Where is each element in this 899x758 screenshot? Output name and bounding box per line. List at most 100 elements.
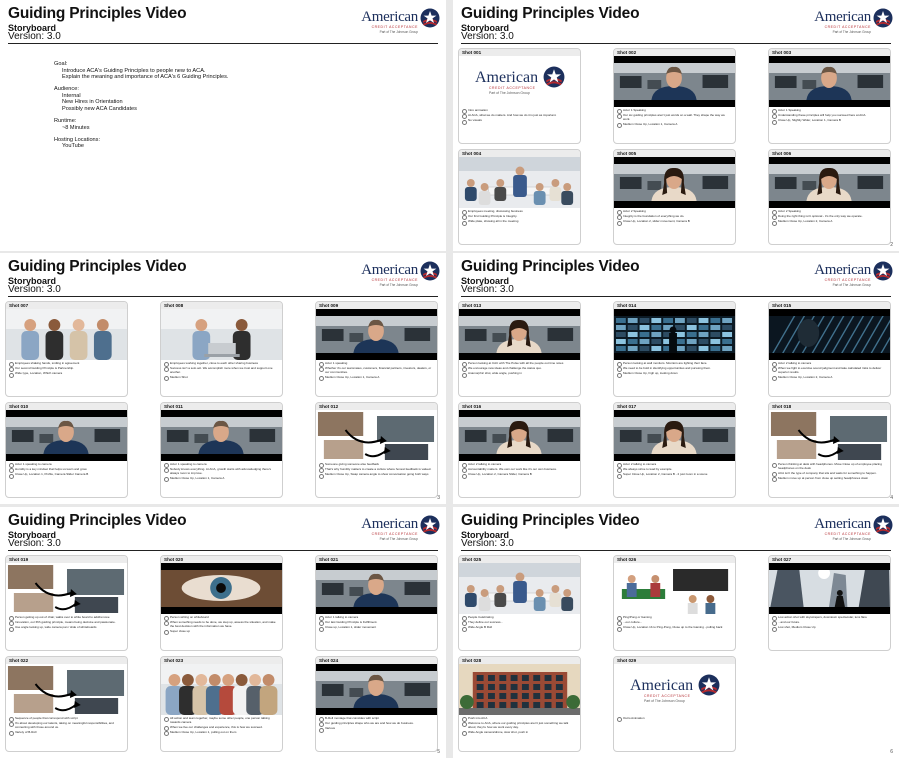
shot-frame (769, 563, 890, 614)
shot-card: Shot 001 American CREDIT ACCEPTANCE Part of… (458, 48, 581, 144)
shot-image (459, 309, 580, 360)
page-title: Guiding Principles Video (461, 5, 640, 22)
logo-tagline: CREDIT ACCEPTANCE (371, 532, 418, 536)
page-title: Guiding Principles Video (8, 5, 187, 22)
shot-note: Various (319, 727, 434, 733)
shot-frame (614, 563, 735, 614)
star-emblem-icon (420, 515, 440, 535)
logo-tagline: CREDIT ACCEPTANCE (371, 25, 418, 29)
version-label: Version: 3.0 (461, 538, 514, 549)
shot-image (459, 157, 580, 208)
shot-label: Shot 024 (316, 657, 437, 664)
logo-tagline: CREDIT ACCEPTANCE (489, 86, 536, 90)
shot-frame (769, 157, 890, 208)
shot-note: Medium Close Up, Location 1, pulling out… (164, 730, 279, 737)
shot-notes: Someone giving someone else feedback That… (316, 461, 437, 479)
shot-card: Shot 002 Actor 1 Speaking Our six guiding … (613, 48, 736, 144)
shot-note: Wide type, Location, Which camera (9, 372, 124, 378)
logo-tagline: CREDIT ACCEPTANCE (824, 25, 871, 29)
shot-label: Shot 006 (769, 150, 890, 157)
shot-frame (316, 410, 437, 461)
logo-wordmark: American (361, 516, 418, 532)
star-emblem-icon (873, 515, 893, 535)
shot-note: Medium Close Up, Location 1, Camera A (617, 122, 732, 129)
storyboard-sheet: Guiding Principles Video Storyboard Versio… (0, 0, 899, 758)
shot-label: Shot 029 (614, 657, 735, 664)
shot-frame: American CREDIT ACCEPTANCE Part of The Joh… (614, 664, 735, 715)
shot-notes: Person looking at wall monitors. Monitor… (614, 360, 735, 378)
header-divider (461, 296, 891, 297)
shot-image (769, 56, 890, 107)
shot-card: Shot 006 Actor 2 Speaking Doing the right … (768, 149, 891, 245)
shot-image (316, 563, 437, 614)
shot-note: Welcome to ACA, where our guiding princi… (462, 721, 577, 730)
shot-note: Close Up, Location 1b to Ping-Pong, Clos… (617, 626, 732, 632)
logo-parent: Part of The Johnson Group (644, 699, 685, 703)
storyboard-page: Guiding Principles Video Storyboard Versio… (453, 0, 899, 251)
intro-line: Explain the meaning and importance of AC… (62, 74, 229, 81)
shot-note: Use angle looking up, wide camera pan / … (9, 626, 124, 632)
shot-label: Shot 018 (769, 403, 890, 410)
shot-note: Medium Close Up, Location 2, Camera A (772, 220, 887, 226)
shot-card: Shot 008 Employees working together, clos… (160, 301, 283, 397)
shot-notes: Intro animation At ACA, what we do matter… (459, 107, 580, 125)
shot-card: Shot 023 All action and team together, ma… (160, 656, 283, 752)
shot-card: Shot 013 Person looking at CAC with The P… (458, 301, 581, 397)
shot-note: Medium Close Up, high up, looking down (617, 372, 732, 378)
shot-note: Medium Close Up, Swap camera angle to sh… (319, 473, 434, 479)
star-emblem-icon (873, 8, 893, 28)
shot-frame (161, 563, 282, 614)
shot-frame (316, 309, 437, 360)
storyboard-page: Guiding Principles Video Storyboard Versio… (0, 0, 446, 251)
logo-parent: Part of The Johnson Group (832, 283, 871, 287)
shot-frame (614, 56, 735, 107)
logo-wordmark: American (361, 9, 418, 25)
star-emblem-icon (543, 66, 565, 88)
logo-parent: Part of The Johnson Group (489, 91, 530, 95)
shot-label: Shot 005 (614, 150, 735, 157)
shot-note: Medium Close Up, Location 2, Camera A (772, 375, 887, 382)
page-title: Guiding Principles Video (8, 512, 187, 529)
shot-notes: Actor 2 talking to camera When we fight t… (769, 360, 890, 382)
shot-label: Shot 010 (6, 403, 127, 410)
shot-frame (6, 664, 127, 715)
shot-frame (769, 56, 890, 107)
shot-image (614, 157, 735, 208)
shot-image (6, 309, 127, 360)
shot-image (316, 664, 437, 715)
logo-wordmark: American (814, 9, 871, 25)
company-logo: American CREDIT ACCEPTANCE Part of The Joh… (814, 260, 893, 292)
shot-card: Shot 020 Person writing on whiteboard When… (160, 555, 283, 651)
shot-image (614, 410, 735, 461)
shot-note: Outro Animation (617, 716, 732, 722)
shot-notes: All action and team together, maybe some… (161, 715, 282, 737)
shot-image (769, 410, 890, 461)
shot-frame (459, 157, 580, 208)
shot-note: Super Close Up, Location 2, Camera B - 2… (617, 473, 732, 479)
logo-parent: Part of The Johnson Group (832, 30, 871, 34)
shot-card: Shot 011 Actor 1 speaking to camera Nobody… (160, 402, 283, 498)
shot-image (6, 563, 127, 614)
shot-label: Shot 027 (769, 556, 890, 563)
shot-notes: Actor 2 talking to camera Accountability … (459, 461, 580, 479)
shot-note: Wide plate, showing all in the meeting (462, 220, 577, 226)
shot-label: Shot 003 (769, 49, 890, 56)
shot-notes: Person writing on whiteboard When somethi… (161, 614, 282, 636)
shot-card: Shot 028 Push into ACA Welcome to ACA, whe… (458, 656, 581, 752)
shot-notes: Actor 1 speaking to camera Humility is a … (6, 461, 127, 479)
shot-note: Close Up, Location 2, Camera Slider, Cam… (462, 473, 577, 479)
shot-card: Shot 024 B-Roll montage that coincides wi… (315, 656, 438, 752)
shot-note: When we fight to exercise sound judgment… (772, 366, 887, 375)
page-number: 2 (890, 242, 893, 248)
shot-image (316, 410, 437, 461)
intro-line: Possibly new ACA Candidates (62, 106, 137, 113)
storyboard-page: Guiding Principles Video Storyboard Versio… (0, 507, 446, 758)
shot-frame (459, 309, 580, 360)
shot-card: Shot 012 Someone giving someone else feed… (315, 402, 438, 498)
shot-frame (459, 563, 580, 614)
shot-label: Shot 001 (459, 49, 580, 56)
intro-text: Goal: Introduce ACA's Guiding Principles … (54, 61, 229, 150)
shot-notes: Low action shot with skyscrapers, downto… (769, 614, 890, 632)
shot-notes: Ping/Pong or Gaming ...our culture... Clos… (614, 614, 735, 632)
star-emblem-icon (420, 261, 440, 281)
